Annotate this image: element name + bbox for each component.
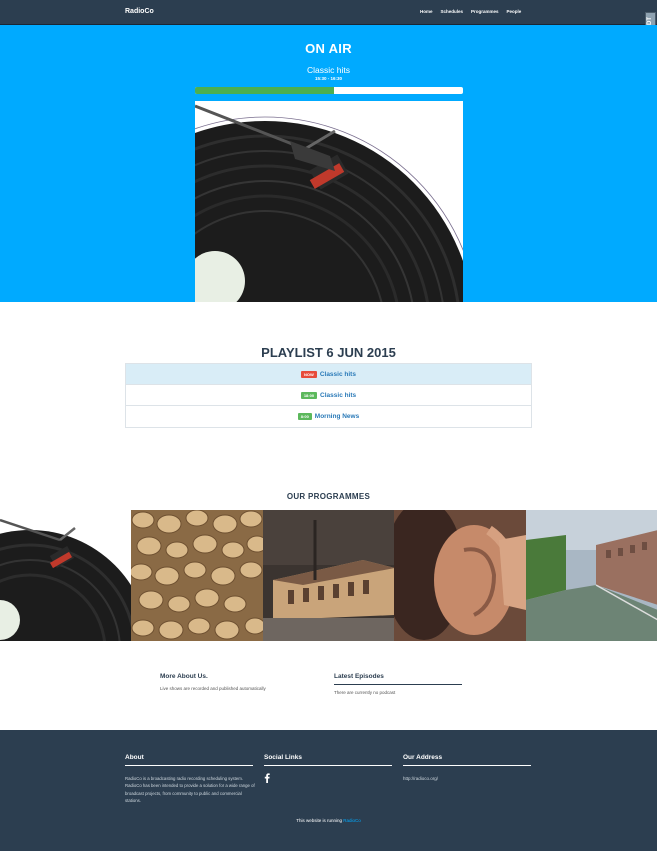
latest-episodes-text: There are currently no podcast — [334, 690, 396, 695]
footer-credit-text: This website is running — [296, 818, 342, 823]
nav-home[interactable]: Home — [420, 9, 433, 14]
programme-image-station[interactable] — [262, 510, 395, 641]
radioco-link[interactable]: RadioCo — [343, 818, 361, 823]
divider — [334, 684, 462, 685]
facebook-icon[interactable] — [264, 773, 270, 783]
playlist-row: 8:00 Morning News — [126, 406, 531, 427]
on-air-image — [195, 101, 463, 302]
latest-episodes-title: Latest Episodes — [334, 673, 384, 680]
footer: About RadioCo is a broadcasting radio re… — [0, 730, 657, 851]
playlist-table: NOW Classic hits 18:00 Classic hits 8:00… — [125, 363, 532, 428]
on-air-time: 15:30 - 16:30 — [314, 76, 343, 81]
brand-logo[interactable]: RadioCo — [125, 8, 154, 15]
on-air-title: ON AIR — [305, 41, 352, 56]
now-badge: NOW — [301, 370, 317, 378]
footer-credit: This website is running RadioCo — [0, 818, 657, 823]
playlist-row: 18:00 Classic hits — [126, 385, 531, 406]
navbar: RadioCo Home Schedules Programmes People — [0, 0, 657, 25]
footer-address-title: Our Address — [403, 754, 443, 761]
more-about-title: More About Us. — [160, 673, 208, 680]
footer-address[interactable]: http://radioco.org/ — [403, 776, 438, 781]
progress-fill — [195, 87, 335, 94]
programmes-title: OUR PROGRAMMES — [286, 492, 371, 501]
nav-people[interactable]: People — [507, 9, 522, 14]
programme-image-corks[interactable] — [131, 510, 263, 641]
playlist-programme-link[interactable]: Morning News — [315, 413, 359, 420]
footer-about-title: About — [125, 754, 144, 761]
divider — [403, 765, 531, 766]
on-air-section: ON AIR Classic hits 15:30 - 16:30 — [0, 25, 657, 302]
on-air-progress — [195, 87, 463, 94]
footer-about-text: RadioCo is a broadcasting radio recordin… — [125, 776, 255, 804]
programmes-gallery — [0, 510, 657, 641]
playlist-programme-link[interactable]: Classic hits — [320, 392, 356, 399]
programme-image-vinyl[interactable] — [0, 510, 132, 641]
more-about-text: Live shows are recorded and published au… — [160, 686, 266, 691]
on-air-show[interactable]: Classic hits — [0, 65, 657, 75]
divider — [125, 765, 253, 766]
time-badge: 18:00 — [300, 391, 318, 399]
playlist-title: PLAYLIST 6 JUN 2015 — [261, 345, 396, 360]
playlist-programme-link[interactable]: Classic hits — [320, 371, 356, 378]
playlist-row: NOW Classic hits — [126, 364, 531, 385]
main-nav: Home Schedules Programmes People — [420, 9, 521, 14]
programme-image-ear[interactable] — [394, 510, 526, 641]
divider — [264, 765, 392, 766]
nav-schedules[interactable]: Schedules — [441, 9, 464, 14]
nav-programmes[interactable]: Programmes — [471, 9, 499, 14]
programme-image-canal[interactable] — [525, 510, 657, 641]
time-badge: 8:00 — [297, 413, 312, 420]
footer-social-title: Social Links — [264, 754, 302, 761]
